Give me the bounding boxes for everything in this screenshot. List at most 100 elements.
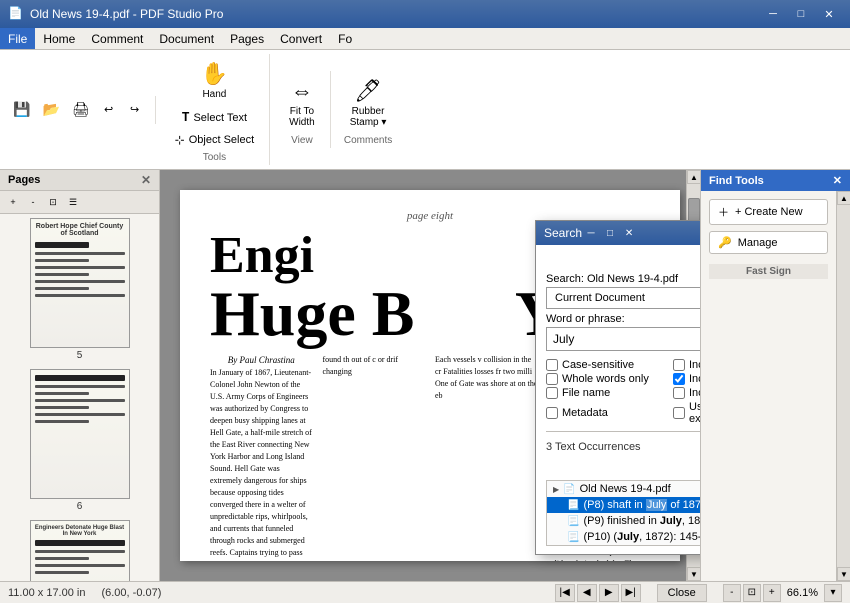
redo-button[interactable]: ↪: [123, 96, 147, 124]
menu-item-pages[interactable]: Pages: [222, 28, 272, 49]
page-6-image[interactable]: [30, 369, 130, 499]
rp-scroll-down[interactable]: ▼: [837, 567, 850, 581]
result-item-2[interactable]: 📃 (P10) (July, 1872): 145-149.: [547, 529, 700, 545]
body-text-3: Each vessels v collision in the cr Fatal…: [435, 354, 538, 402]
find-tools-header: Find Tools ✕: [701, 170, 850, 191]
page-thumb-6[interactable]: 6: [20, 369, 140, 512]
zoom-in-button[interactable]: +: [763, 584, 781, 602]
object-select-icon: ⊹: [175, 133, 185, 147]
include-comments-option[interactable]: Include comments: [673, 359, 700, 371]
page-thumb-7[interactable]: Engineers Detonate Huge Blast In New Yor…: [20, 520, 140, 581]
file-name-option[interactable]: File name: [546, 387, 665, 399]
search-divider: [546, 431, 700, 432]
result-item-1[interactable]: 📃 (P9) finished in July, 1872." In fact,…: [547, 513, 700, 529]
body-text-2: found th out of c or drif changing: [323, 354, 426, 378]
byline: By Paul Chrastina: [210, 354, 313, 367]
cursor-coordinates: (6.00, -0.07): [101, 587, 161, 599]
file-name-checkbox[interactable]: [546, 387, 558, 399]
manage-button[interactable]: 🔑 Manage: [709, 231, 828, 254]
whole-words-checkbox[interactable]: [546, 373, 558, 385]
maximize-button[interactable]: □: [788, 0, 814, 28]
hand-tool-button[interactable]: ✋ Hand: [194, 56, 235, 105]
next-page-button[interactable]: ▶: [599, 584, 619, 602]
metadata-option[interactable]: Metadata: [546, 401, 665, 425]
case-sensitive-checkbox[interactable]: [546, 359, 558, 371]
result-file-header[interactable]: ▶ 📄 Old News 19-4.pdf: [547, 481, 700, 497]
view-group-label: View: [291, 135, 313, 146]
menu-item-document[interactable]: Document: [151, 28, 222, 49]
dialog-maximize-button[interactable]: □: [601, 225, 619, 241]
search-options: Case-sensitive Include comments Whole wo…: [546, 359, 700, 425]
include-fields-checkbox[interactable]: [673, 373, 685, 385]
dialog-close-button[interactable]: ✕: [620, 225, 638, 241]
fast-sign-label: Fast Sign: [709, 264, 828, 279]
use-regex-label: Use regular expression: [689, 401, 700, 425]
pages-zoom-out[interactable]: -: [24, 193, 42, 211]
document-view[interactable]: page eight Engi ate Huge B York: [160, 170, 700, 581]
comments-group-label: Comments: [344, 135, 392, 146]
open-button[interactable]: 📂: [37, 96, 64, 124]
right-panel-scrollbar[interactable]: ▲ ▼: [836, 191, 850, 581]
save-button[interactable]: 💾: [8, 96, 35, 124]
pages-scroll[interactable]: ☰: [64, 193, 82, 211]
fit-width-button[interactable]: ⇔ Fit ToWidth: [282, 73, 322, 133]
close-status-button[interactable]: Close: [657, 584, 707, 602]
include-attachments-checkbox[interactable]: [673, 387, 685, 399]
object-select-button[interactable]: ⊹ Object Select: [168, 130, 261, 150]
menu-item-comment[interactable]: Comment: [83, 28, 151, 49]
first-page-button[interactable]: |◀: [555, 584, 575, 602]
menu-item-convert[interactable]: Convert: [272, 28, 330, 49]
metadata-checkbox[interactable]: [546, 407, 558, 419]
use-regex-option[interactable]: Use regular expression: [673, 401, 700, 425]
zoom-dropdown-button[interactable]: ▾: [824, 584, 842, 602]
body-col-3: Each vessels v collision in the cr Fatal…: [435, 354, 538, 561]
undo-button[interactable]: ↩: [97, 96, 121, 124]
scroll-up-button[interactable]: ▲: [687, 170, 700, 184]
search-scope-select[interactable]: Current Document: [546, 287, 700, 309]
page-dimensions: 11.00 x 17.00 in: [8, 587, 85, 599]
prev-page-button[interactable]: ◀: [577, 584, 597, 602]
file-name-label: File name: [562, 387, 610, 399]
rubber-stamp-button[interactable]: 🖊 RubberStamp ▾: [343, 73, 394, 133]
right-panel: Find Tools ✕ ＋ + Create New 🔑 Manage Fas…: [700, 170, 850, 581]
app-window: 📄 Old News 19-4.pdf - PDF Studio Pro ─ □…: [0, 0, 850, 603]
close-right-panel-button[interactable]: ✕: [833, 174, 842, 187]
close-button[interactable]: ✕: [816, 0, 842, 28]
include-comments-label: Include comments: [689, 359, 700, 371]
pages-fit[interactable]: ⊡: [44, 193, 62, 211]
use-regex-checkbox[interactable]: [673, 407, 685, 419]
menu-item-file[interactable]: File: [0, 28, 35, 49]
pages-zoom-in[interactable]: +: [4, 193, 22, 211]
include-fields-option[interactable]: Include form fields: [673, 373, 700, 385]
last-page-button[interactable]: ▶|: [621, 584, 641, 602]
minimize-button[interactable]: ─: [760, 0, 786, 28]
include-attachments-option[interactable]: Include attachments: [673, 387, 700, 399]
page-thumb-5[interactable]: Robert Hope Chief County of Scotland 5: [20, 218, 140, 361]
zoom-out-button[interactable]: -: [723, 584, 741, 602]
hand-tool-label: Hand: [202, 89, 226, 100]
close-pages-panel-button[interactable]: ✕: [141, 173, 151, 187]
search-scope-label: Search: Old News 19-4.pdf: [546, 273, 700, 285]
create-new-button[interactable]: ＋ + Create New: [709, 199, 828, 225]
fit-width-label: Fit ToWidth: [289, 106, 315, 128]
include-fields-label: Include form fields: [689, 373, 700, 385]
menu-item-fo[interactable]: Fo: [330, 28, 360, 49]
select-text-button[interactable]: 𝐓 Select Text: [175, 107, 254, 128]
case-sensitive-option[interactable]: Case-sensitive: [546, 359, 665, 371]
search-phrase-input[interactable]: [546, 327, 700, 351]
whole-words-option[interactable]: Whole words only: [546, 373, 665, 385]
page-5-label: 5: [77, 350, 83, 361]
page-7-image[interactable]: Engineers Detonate Huge Blast In New Yor…: [30, 520, 130, 581]
menu-item-home[interactable]: Home: [35, 28, 83, 49]
page-5-image[interactable]: Robert Hope Chief County of Scotland: [30, 218, 130, 348]
status-bar: 11.00 x 17.00 in (6.00, -0.07) |◀ ◀ ▶ ▶|…: [0, 581, 850, 603]
dialog-minimize-button[interactable]: ─: [582, 225, 600, 241]
rp-scroll-up[interactable]: ▲: [837, 191, 850, 205]
scroll-down-button[interactable]: ▼: [687, 567, 700, 581]
result-item-0[interactable]: 📃 (P8) shaft in July of 1870, they began: [547, 497, 700, 513]
manage-label: Manage: [738, 237, 778, 249]
file-icon: 📄: [563, 484, 575, 495]
print-button[interactable]: 🖨: [67, 96, 95, 124]
zoom-fit-button[interactable]: ⊡: [743, 584, 761, 602]
include-comments-checkbox[interactable]: [673, 359, 685, 371]
